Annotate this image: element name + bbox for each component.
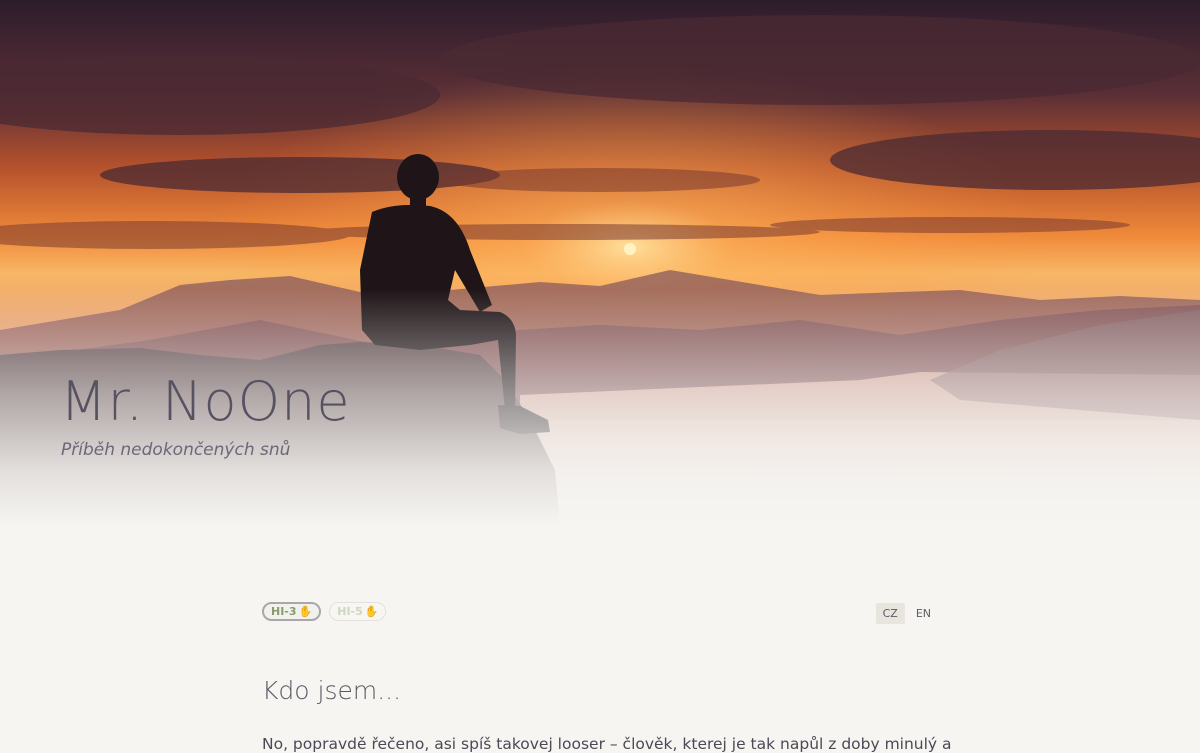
clapping-hands-icon: ✋ [298,605,313,618]
about-text: No, popravdě řečeno, asi spíš takovej lo… [262,735,952,753]
hi-5-label: HI-5 [337,605,363,618]
about-heading: Kdo jsem... [262,676,402,705]
main-content: HI-3 ✋ HI-5 ✋ CZ EN Kdo jsem... No, popr… [262,602,952,753]
hero-banner: Mr. NoOne Příběh nedokončených snů [0,0,1200,525]
toolbar: HI-3 ✋ HI-5 ✋ CZ EN [262,602,938,626]
lang-cz-button[interactable]: CZ [875,603,905,624]
lang-en-button[interactable]: EN [909,603,938,624]
hi-3-badge[interactable]: HI-3 ✋ [262,602,322,621]
hi-5-badge[interactable]: HI-5 ✋ [329,602,387,621]
language-switcher: CZ EN [875,603,938,624]
site-title: Mr. NoOne [60,370,351,433]
clapping-hands-icon: ✋ [364,605,379,618]
greeting-badges: HI-3 ✋ HI-5 ✋ [262,602,387,621]
site-subtitle: Příběh nedokončených snů [61,440,291,460]
hi-3-label: HI-3 [271,605,297,618]
